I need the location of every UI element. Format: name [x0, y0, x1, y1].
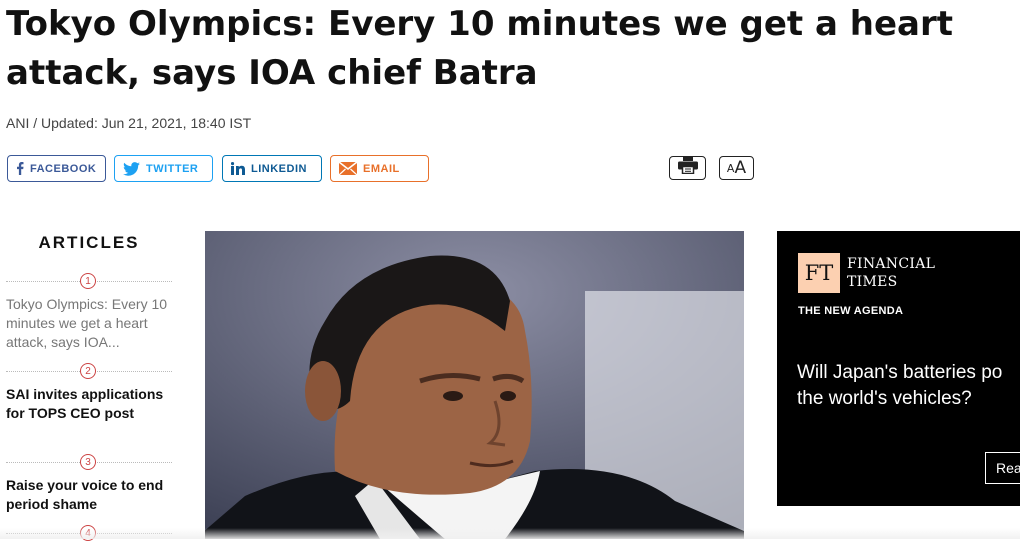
ad-brand-line-2: TIMES	[847, 274, 898, 290]
font-size-large-label: A	[734, 158, 747, 178]
ad-tagline: THE NEW AGENDA	[798, 305, 904, 317]
sidebar-article-item[interactable]: 1 Tokyo Olympics: Every 10 minutes we ge…	[6, 273, 172, 352]
share-linkedin-button[interactable]: LINKEDIN	[222, 155, 322, 182]
item-divider: 3	[6, 454, 172, 470]
ad-headline-line-2: the world's vehicles?	[797, 388, 972, 409]
twitter-icon	[123, 161, 140, 176]
article-photo	[205, 231, 744, 539]
item-title[interactable]: Tokyo Olympics: Every 10 minutes we get …	[6, 295, 172, 352]
facebook-label: FACEBOOK	[30, 162, 97, 175]
linkedin-label: LINKEDIN	[251, 162, 307, 175]
share-facebook-button[interactable]: FACEBOOK	[7, 155, 106, 182]
sidebar-article-item[interactable]: 2 SAI invites applications for TOPS CEO …	[6, 363, 172, 423]
sidebar-article-item[interactable]: 4	[6, 525, 172, 541]
linkedin-icon	[231, 162, 245, 175]
share-twitter-button[interactable]: TWITTER	[114, 155, 213, 182]
ad-brand-name: FINANCIAL TIMES	[847, 255, 935, 291]
font-size-button[interactable]: AA	[719, 156, 754, 180]
headline-line-1: Tokyo Olympics: Every 10 minutes we get …	[6, 4, 954, 44]
ad-read-button[interactable]: Rea	[985, 452, 1020, 484]
ad-headline: Will Japan's batteries po the world's ve…	[797, 360, 1020, 412]
font-size-small-label: A	[726, 161, 735, 175]
sidebar-article-item[interactable]: 3 Raise your voice to end period shame	[6, 454, 172, 514]
sidebar-articles-title: ARTICLES	[38, 233, 140, 252]
print-button[interactable]	[669, 156, 706, 180]
ad-headline-line-1: Will Japan's batteries po	[797, 362, 1003, 383]
twitter-label: TWITTER	[146, 162, 199, 175]
ad-brand-line-1: FINANCIAL	[847, 256, 936, 272]
item-divider: 2	[6, 363, 172, 379]
item-number-badge: 3	[80, 454, 96, 470]
item-number-badge: 2	[80, 363, 96, 379]
advertisement-banner[interactable]: FT FINANCIAL TIMES THE NEW AGENDA Will J…	[777, 231, 1020, 506]
item-title[interactable]: Raise your voice to end period shame	[6, 476, 172, 514]
facebook-icon	[16, 162, 24, 175]
item-title[interactable]: SAI invites applications for TOPS CEO po…	[6, 385, 172, 423]
article-headline: Tokyo Olympics: Every 10 minutes we get …	[6, 0, 1020, 98]
item-divider: 4	[6, 525, 172, 541]
headline-line-2: attack, says IOA chief Batra	[6, 53, 538, 93]
item-divider: 1	[6, 273, 172, 289]
email-label: EMAIL	[363, 162, 400, 175]
item-number-badge: 1	[80, 273, 96, 289]
article-byline: ANI / Updated: Jun 21, 2021, 18:40 IST	[6, 115, 252, 131]
printer-icon	[677, 157, 698, 179]
ft-logo: FT	[798, 253, 840, 293]
email-icon	[339, 162, 357, 175]
share-email-button[interactable]: EMAIL	[330, 155, 429, 182]
